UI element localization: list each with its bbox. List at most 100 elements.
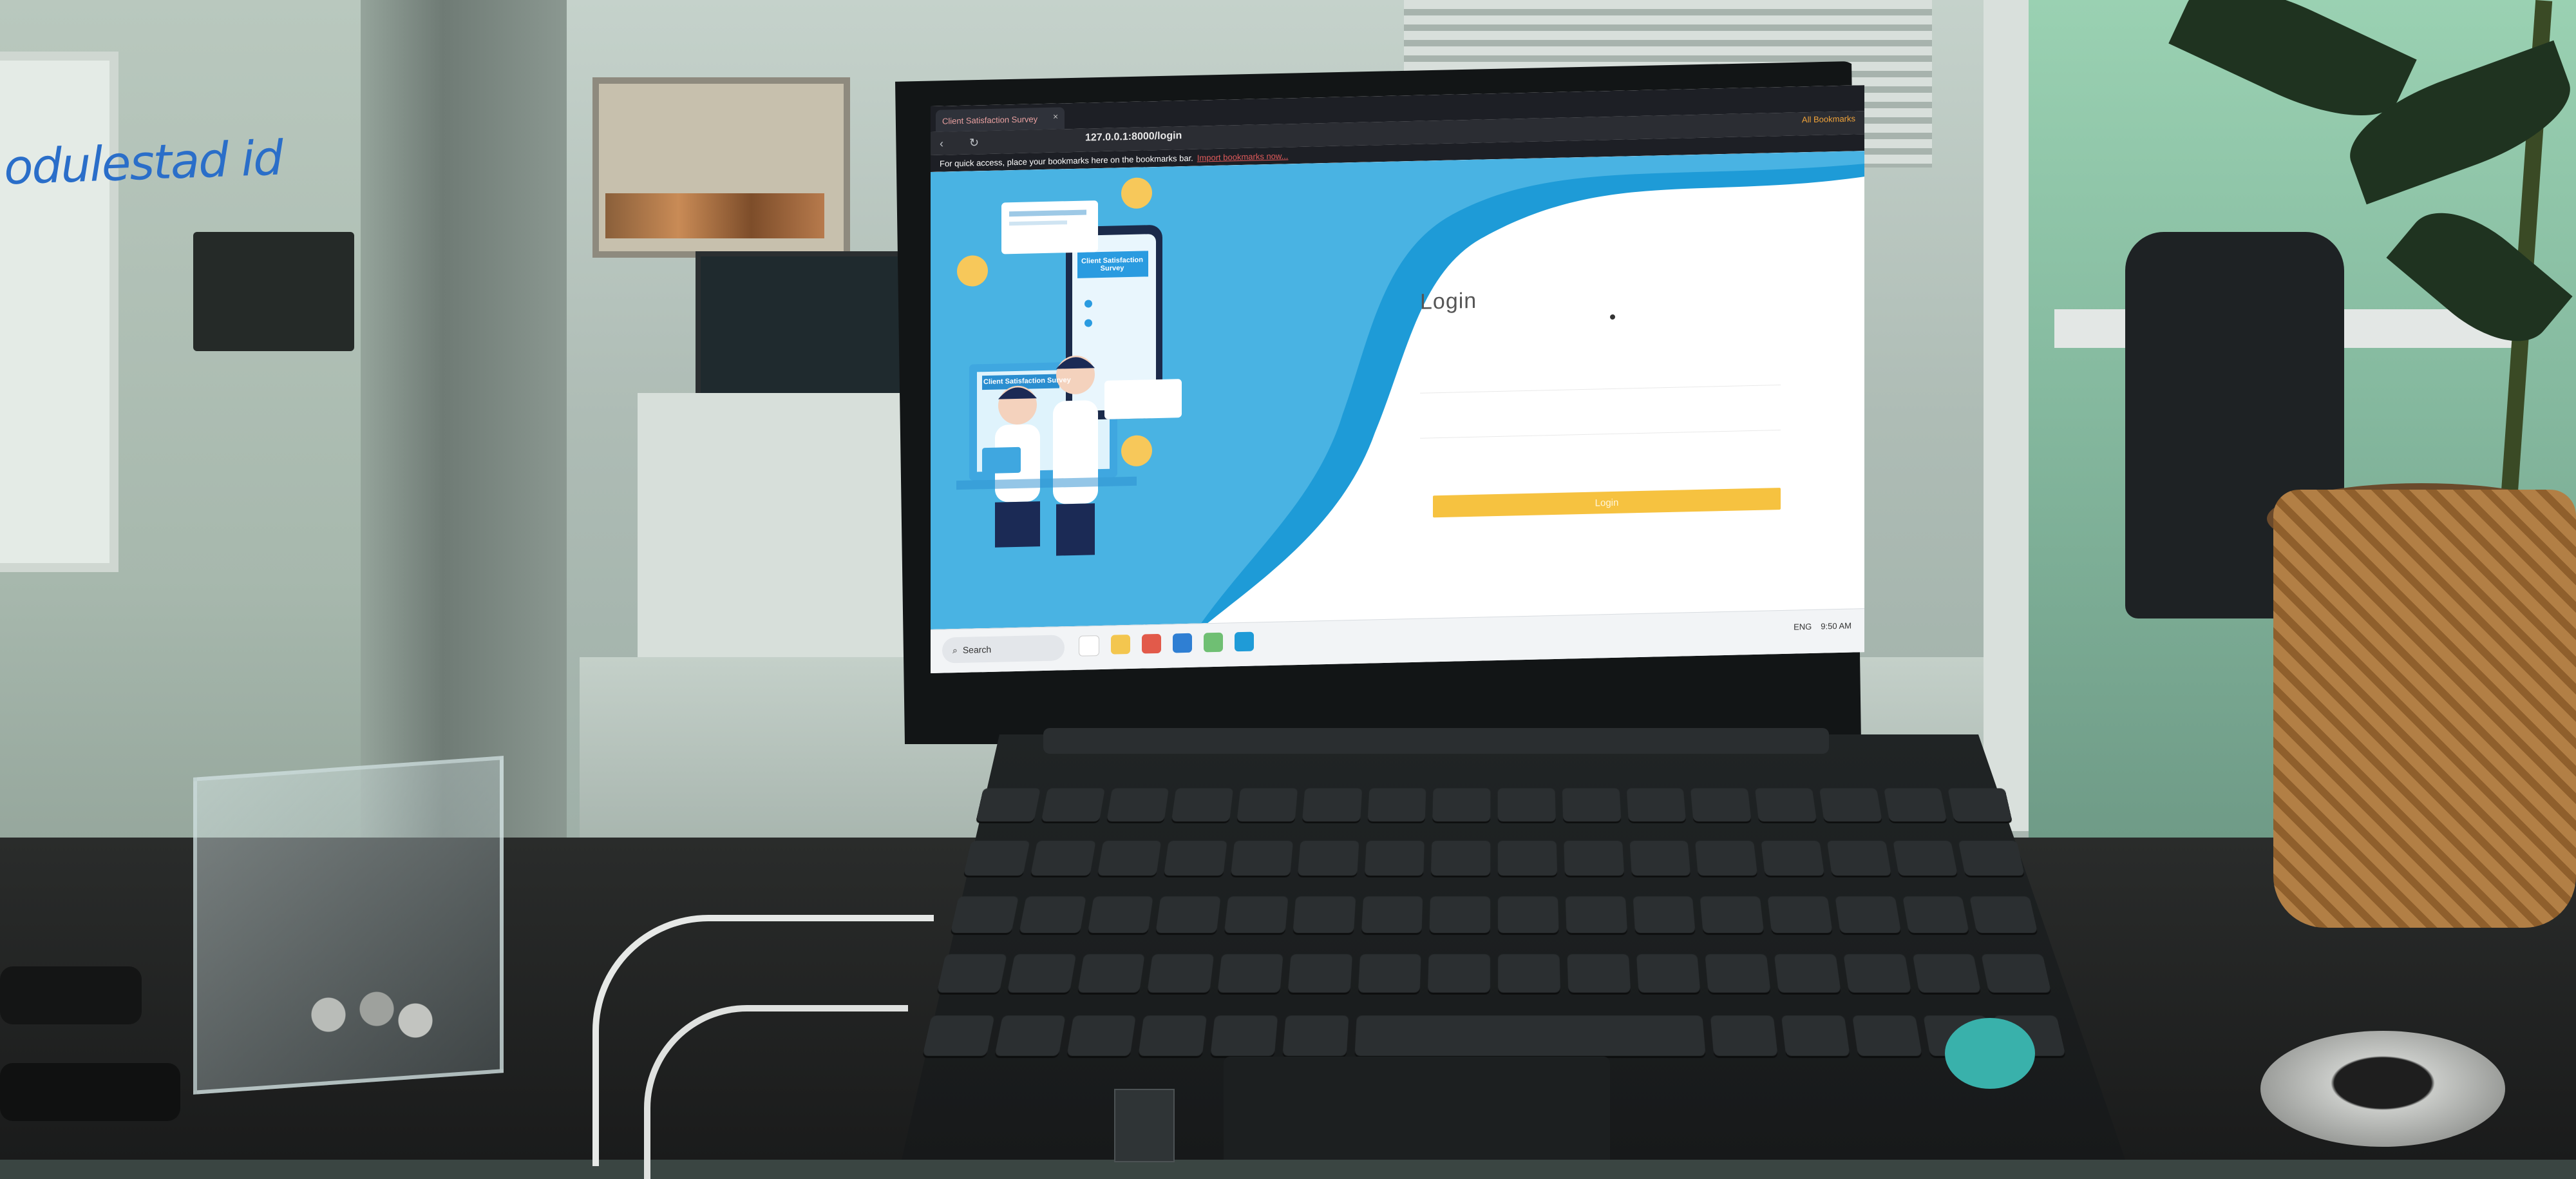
keyboard-key xyxy=(1498,954,1560,993)
keyboard-key xyxy=(1230,841,1293,876)
keyboard-key xyxy=(1358,954,1421,993)
keyboard-key xyxy=(1428,954,1490,993)
keyboard-key xyxy=(1087,896,1153,933)
keyboard-key xyxy=(1563,841,1624,876)
keyboard-key xyxy=(1287,954,1352,993)
keyboard-key xyxy=(1695,841,1758,876)
keyboard-key xyxy=(1843,954,1911,993)
file-explorer-icon[interactable] xyxy=(1111,634,1130,655)
login-title: Login xyxy=(1420,288,1477,314)
keyboard-key xyxy=(1981,954,2052,993)
login-page: Client Satisfaction Survey Client Satisf… xyxy=(931,151,1864,629)
keyboard-key xyxy=(1361,896,1423,933)
import-bookmarks-link[interactable]: Import bookmarks now... xyxy=(1197,151,1289,162)
keyboard-key xyxy=(1562,788,1621,822)
wallet xyxy=(0,966,142,1024)
keyboard-key xyxy=(1567,954,1631,993)
keyboard-key xyxy=(1429,896,1491,933)
keyboard-key xyxy=(1497,841,1557,876)
keyboard-key xyxy=(1883,788,1947,822)
keyboard-key xyxy=(1147,954,1215,993)
all-bookmarks[interactable]: All Bookmarks xyxy=(1802,113,1855,124)
keyboard-key xyxy=(1690,788,1752,822)
coins xyxy=(270,986,464,1044)
keyboard-key xyxy=(1019,896,1086,933)
taskbar-search[interactable]: ⌕ Search xyxy=(942,635,1065,664)
phone-case xyxy=(0,1063,180,1121)
clock[interactable]: 9:50 AM xyxy=(1821,621,1852,631)
keyboard-key xyxy=(1282,1015,1349,1056)
keyboard-key xyxy=(1705,954,1771,993)
keyboard-key xyxy=(1892,841,1958,876)
taskbar-apps xyxy=(1079,631,1254,657)
keyboard-key xyxy=(963,841,1030,876)
reload-icon[interactable]: ↻ xyxy=(969,136,979,149)
address-bar[interactable]: 127.0.0.1:8000/login xyxy=(1085,130,1182,144)
keyboard-key xyxy=(1774,954,1841,993)
app-icon[interactable] xyxy=(1235,631,1254,652)
keyboard-key xyxy=(1497,896,1559,933)
keyboard-key xyxy=(1431,841,1491,876)
trackpad xyxy=(1224,1057,1610,1160)
keyboard-key xyxy=(1912,954,1982,993)
search-icon: ⌕ xyxy=(952,644,958,655)
keyboard-key xyxy=(1767,896,1833,933)
keyboard-key xyxy=(1302,788,1362,822)
keyboard-key xyxy=(1636,954,1701,993)
taskbar-search-label: Search xyxy=(962,644,992,655)
code-editor-icon[interactable] xyxy=(1173,633,1192,653)
laptop-screen: Client Satisfaction Survey × ‹ ↻ 127.0.0… xyxy=(931,85,1864,673)
whiteboard xyxy=(0,52,118,572)
keyboard-key xyxy=(1077,954,1145,993)
keyboard-key xyxy=(1097,841,1162,876)
keyboard-key xyxy=(1354,1015,1706,1056)
background-monitor xyxy=(696,251,925,403)
keyboard-key xyxy=(1364,841,1425,876)
laptop-sticker xyxy=(1945,1018,2035,1089)
keyboard-key xyxy=(1755,788,1817,822)
keyboard-key xyxy=(976,788,1041,822)
keyboard-key xyxy=(1164,841,1227,876)
system-tray: ENG 9:50 AM xyxy=(1794,621,1852,632)
wall-mounted-box xyxy=(193,232,354,351)
keyboard-key xyxy=(1626,788,1687,822)
laptop-hinge xyxy=(1043,728,1829,754)
keyboard-key xyxy=(1030,841,1096,876)
start-icon[interactable] xyxy=(1079,635,1099,657)
browser-tab[interactable]: Client Satisfaction Survey xyxy=(936,107,1065,132)
keyboard-key xyxy=(936,954,1007,993)
keyboard-key xyxy=(1236,788,1298,822)
keyboard-key xyxy=(1781,1015,1850,1056)
tab-close-icon[interactable]: × xyxy=(1053,111,1058,122)
keyboard-key xyxy=(1171,788,1233,822)
keyboard-key xyxy=(1041,788,1105,822)
keyboard-key xyxy=(1293,896,1356,933)
keyboard-key xyxy=(1826,841,1891,876)
app-icon[interactable] xyxy=(1204,632,1223,653)
keyboard-key xyxy=(1835,896,1901,933)
keyboard-key xyxy=(1633,896,1696,933)
language-indicator[interactable]: ENG xyxy=(1794,622,1812,632)
wicker-basket xyxy=(2273,490,2576,928)
usb-cable xyxy=(644,1005,908,1179)
keyboard-key xyxy=(1297,841,1359,876)
poster-image xyxy=(605,193,824,238)
keyboard xyxy=(919,788,2069,1071)
keyboard-key xyxy=(1852,1015,1922,1056)
back-arrow-icon[interactable]: ‹ xyxy=(940,137,943,151)
keyboard-key xyxy=(1066,1015,1137,1056)
hero-illustration xyxy=(931,151,1864,629)
keyboard-key xyxy=(1947,788,2012,822)
keyboard-key xyxy=(1138,1015,1208,1056)
keyboard-key xyxy=(1155,896,1221,933)
keyboard-key xyxy=(994,1015,1066,1056)
keyboard-key xyxy=(1629,841,1691,876)
glass-post xyxy=(1984,0,2029,831)
browser-icon[interactable] xyxy=(1142,633,1161,654)
keyboard-key xyxy=(1432,788,1491,822)
phone-banner-text: Client Satisfaction Survey xyxy=(1081,256,1143,273)
keyboard-key xyxy=(1969,896,2038,933)
keyboard-key xyxy=(950,896,1019,933)
tab-title: Client Satisfaction Survey xyxy=(942,113,1038,126)
whiteboard-writing: odulestad id xyxy=(3,130,283,196)
